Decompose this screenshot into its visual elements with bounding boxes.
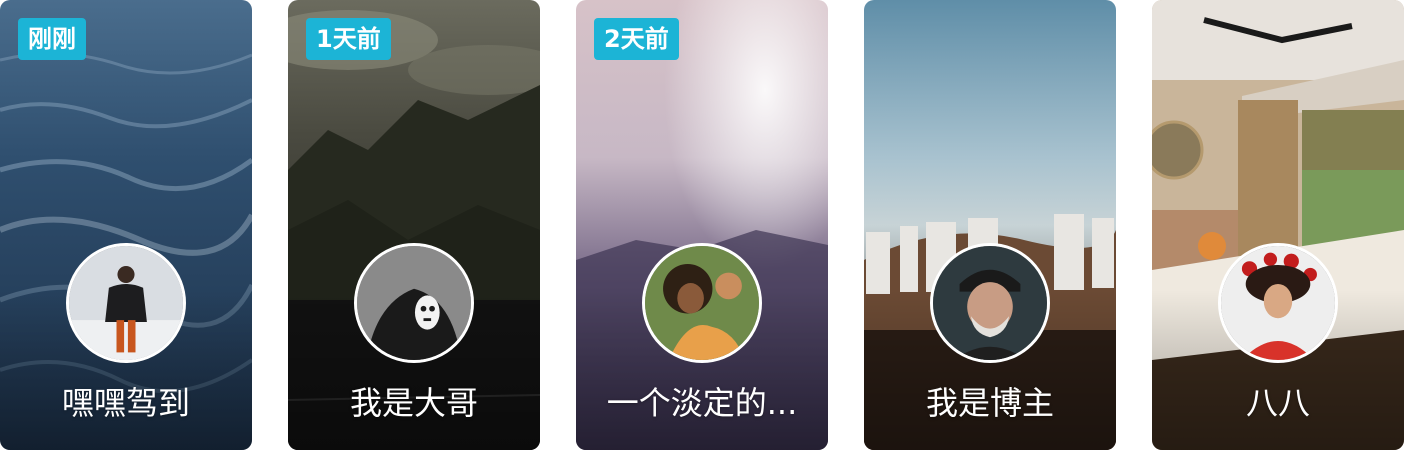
- user-avatar[interactable]: [1218, 243, 1338, 363]
- card-name: 八八: [1245, 384, 1310, 422]
- user-avatar[interactable]: [354, 243, 474, 363]
- user-avatar[interactable]: [642, 243, 762, 363]
- user-avatar[interactable]: [930, 243, 1050, 363]
- card-name: 嘿嘿驾到: [61, 384, 190, 422]
- card-name: 一个淡定的...: [606, 384, 798, 422]
- live-card-2[interactable]: 1天前 我是大哥: [288, 0, 540, 450]
- card-name: 我是大哥: [349, 384, 478, 422]
- live-card-4[interactable]: 我是博主: [864, 0, 1116, 450]
- user-avatar[interactable]: [66, 243, 186, 363]
- card-name: 我是博主: [925, 384, 1054, 422]
- time-badge: 2天前: [594, 18, 679, 60]
- live-card-3[interactable]: 2天前 一个淡定的...: [576, 0, 828, 450]
- time-badge: 1天前: [306, 18, 391, 60]
- live-card-1[interactable]: 刚刚 嘿嘿驾到: [0, 0, 252, 450]
- live-card-5[interactable]: 八八: [1152, 0, 1404, 450]
- time-badge: 刚刚: [18, 18, 86, 60]
